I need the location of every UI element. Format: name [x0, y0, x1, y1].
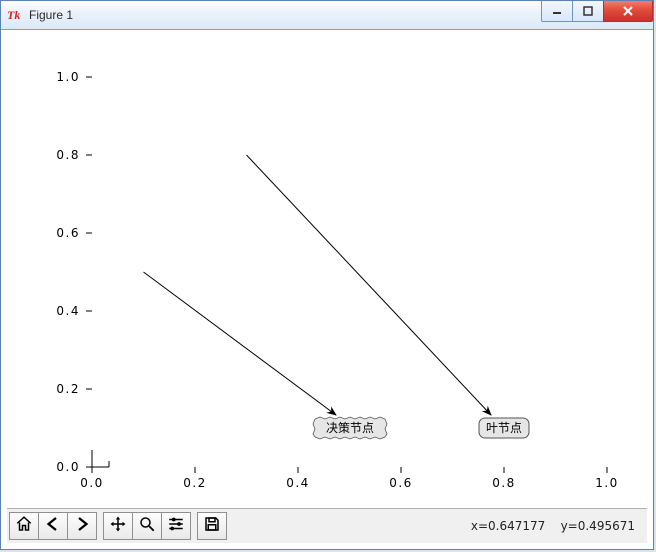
ytick-5: 1.0	[56, 70, 80, 84]
coord-x: x=0.647177	[471, 519, 545, 533]
x-axis-ticks: 0.0 0.2 0.4 0.6 0.8 1.0	[80, 467, 619, 490]
zoom-button[interactable]	[132, 513, 161, 539]
back-button[interactable]	[38, 513, 67, 539]
titlebar[interactable]: Tk Figure 1	[1, 1, 653, 30]
xtick-4: 0.8	[492, 476, 516, 490]
maximize-button[interactable]	[572, 1, 604, 22]
close-button[interactable]	[603, 1, 653, 22]
ytick-2: 0.4	[56, 304, 80, 318]
xtick-1: 0.2	[183, 476, 207, 490]
figure-canvas[interactable]: 0.0 0.2 0.4 0.6 0.8 1.0 0.0 0.2	[7, 35, 647, 509]
annotation-leaf-node: 叶节点	[479, 418, 529, 438]
ytick-1: 0.2	[56, 382, 80, 396]
home-icon	[15, 515, 33, 538]
figure-window: Tk Figure 1	[0, 0, 654, 550]
y-axis-ticks: 0.0 0.2 0.4 0.6 0.8 1.0	[56, 70, 92, 474]
sliders-icon	[167, 515, 185, 538]
window-title: Figure 1	[29, 8, 73, 22]
arrow-left-icon	[44, 515, 62, 538]
annotation-decision-node: 决策节点	[313, 417, 387, 439]
tk-icon: Tk	[7, 7, 23, 23]
save-icon	[203, 515, 221, 538]
xtick-2: 0.4	[286, 476, 310, 490]
move-icon	[109, 515, 127, 538]
window-controls	[542, 1, 653, 21]
configure-button[interactable]	[161, 513, 190, 539]
svg-text:Tk: Tk	[7, 8, 20, 22]
xtick-5: 1.0	[595, 476, 619, 490]
matplotlib-toolbar: x=0.647177 y=0.495671	[7, 508, 647, 543]
annotation-decision-label: 决策节点	[326, 421, 374, 435]
home-button[interactable]	[10, 513, 38, 539]
coord-readout: x=0.647177 y=0.495671	[471, 519, 635, 533]
client-area: 0.0 0.2 0.4 0.6 0.8 1.0 0.0 0.2	[7, 35, 647, 543]
forward-button[interactable]	[67, 513, 96, 539]
ytick-4: 0.8	[56, 148, 80, 162]
ytick-3: 0.6	[56, 226, 80, 240]
save-button[interactable]	[198, 513, 226, 539]
minimize-button[interactable]	[541, 1, 573, 22]
xtick-3: 0.6	[389, 476, 413, 490]
coord-y: y=0.495671	[561, 519, 635, 533]
ytick-0: 0.0	[56, 460, 80, 474]
pan-button[interactable]	[104, 513, 132, 539]
zoom-icon	[138, 515, 156, 538]
arrow-1	[144, 272, 337, 415]
plot-svg: 0.0 0.2 0.4 0.6 0.8 1.0 0.0 0.2	[7, 35, 647, 509]
xtick-0: 0.0	[80, 476, 104, 490]
annotation-leaf-label: 叶节点	[486, 421, 522, 435]
arrow-right-icon	[73, 515, 91, 538]
